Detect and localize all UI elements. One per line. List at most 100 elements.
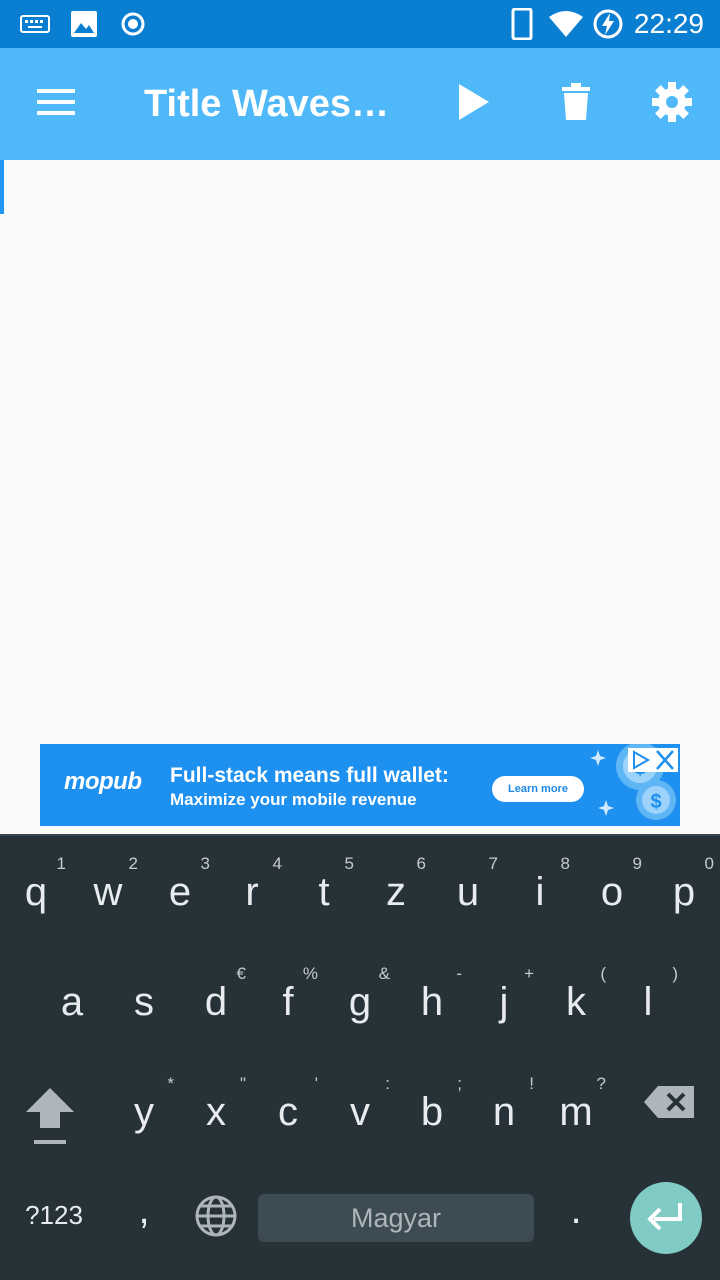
key-hint: " (239, 1074, 246, 1093)
ad-learn-more-button[interactable]: Learn more (492, 776, 584, 802)
globe-icon (194, 1194, 238, 1243)
space-bar[interactable]: Magyar (258, 1194, 534, 1242)
language-key[interactable] (180, 1194, 252, 1242)
key-a[interactable]: a (36, 982, 108, 1022)
settings-button[interactable] (644, 76, 700, 132)
key-o[interactable]: 9o (576, 854, 648, 914)
enter-key[interactable] (630, 1182, 702, 1254)
key-e[interactable]: 3e (144, 854, 216, 914)
ad-headline: Full-stack means full wallet: (170, 764, 449, 787)
key-hint: 8 (560, 854, 570, 873)
key-r[interactable]: 4r (216, 854, 288, 912)
soft-keyboard: 1q2w3e4r5t6z7u8i9o0p a s € d% f & g - h + j(k) l * y… (0, 834, 720, 1280)
key-u[interactable]: 7u (432, 854, 504, 914)
period-key[interactable]: . (540, 1190, 612, 1230)
page-title: Title Waves… (144, 83, 389, 125)
key-label: s (134, 980, 154, 1024)
key-y[interactable]: * y (108, 1074, 180, 1132)
image-icon (70, 0, 98, 48)
menu-button[interactable] (28, 76, 84, 132)
play-button[interactable] (446, 76, 502, 132)
backspace-key[interactable] (632, 1082, 708, 1134)
symbols-key[interactable]: ?123 (8, 1200, 100, 1231)
key-i[interactable]: 8i (504, 854, 576, 912)
key-hint: + (524, 964, 534, 983)
key-hint: & (378, 964, 390, 983)
key-hint: ' (314, 1074, 318, 1093)
text-editor[interactable] (0, 160, 720, 740)
period-key-label: . (570, 1188, 582, 1232)
wifi-icon (548, 0, 584, 48)
screen: 22:29 Title Waves… mopub Full-stack mean… (0, 0, 720, 1280)
battery-charging-icon (592, 0, 624, 48)
key-hint: 1 (56, 854, 66, 873)
key-hint: * (167, 1074, 174, 1093)
key-label: l (643, 980, 653, 1024)
settings-icon (651, 81, 693, 128)
key-x[interactable]: " x (180, 1074, 252, 1134)
key-j[interactable]: + j (468, 964, 540, 1024)
key-label: k (566, 980, 586, 1024)
key-hint: € (236, 964, 246, 983)
key-hint: ? (596, 1074, 606, 1093)
key-hint: 0 (704, 854, 714, 873)
text-cursor (0, 160, 4, 214)
key-g[interactable]: & g (324, 964, 396, 1024)
svg-text:$: $ (650, 791, 661, 813)
key-label: j (499, 980, 509, 1024)
key-hint: 5 (344, 854, 354, 873)
key-hint: - (456, 964, 462, 983)
key-q[interactable]: 1q (0, 854, 72, 912)
key-label: n (492, 1090, 516, 1134)
key-m[interactable]: ? m (540, 1074, 612, 1134)
record-icon (120, 0, 146, 48)
key-hint: 6 (416, 854, 426, 873)
ad-close-icon[interactable] (652, 748, 678, 772)
key-label: g (348, 980, 372, 1024)
key-hint: ( (600, 964, 606, 983)
keyboard-divider (0, 834, 720, 836)
key-label: a (60, 980, 84, 1024)
key-h[interactable]: -h (396, 964, 468, 1024)
key-hint: % (302, 964, 318, 983)
key-label: c (278, 1090, 298, 1134)
key-n[interactable]: ! n (468, 1074, 540, 1134)
key-label: v (350, 1090, 370, 1134)
key-z[interactable]: 6z (360, 854, 432, 912)
key-label: o (600, 870, 624, 914)
key-hint: : (385, 1074, 390, 1093)
delete-button[interactable] (548, 76, 604, 132)
key-label: x (206, 1090, 226, 1134)
key-label: e (168, 870, 192, 914)
key-v[interactable]: :v (324, 1074, 396, 1134)
key-label: u (456, 870, 480, 914)
key-hint: ) (672, 964, 678, 983)
delete-icon (561, 82, 591, 126)
key-b[interactable]: ; b (396, 1074, 468, 1132)
key-d[interactable]: € d (180, 964, 252, 1022)
play-icon (457, 82, 491, 127)
shift-icon (22, 1088, 78, 1152)
key-label: h (420, 980, 444, 1024)
key-hint: 2 (128, 854, 138, 873)
adchoices-icon[interactable] (628, 748, 652, 772)
key-c[interactable]: ' c (252, 1074, 324, 1134)
key-t[interactable]: 5t (288, 854, 360, 912)
keyboard-icon (20, 0, 50, 48)
key-l[interactable]: ) l (612, 964, 684, 1024)
app-bar: Title Waves… (0, 48, 720, 160)
key-f[interactable]: % f (252, 964, 324, 1022)
key-label: m (559, 1090, 593, 1134)
key-hint: 4 (272, 854, 282, 873)
key-k[interactable]: (k (540, 964, 612, 1024)
key-s[interactable]: s (108, 982, 180, 1022)
menu-icon (36, 87, 76, 122)
ad-banner[interactable]: mopub Full-stack means full wallet: Maxi… (40, 744, 680, 826)
key-hint: 9 (632, 854, 642, 873)
key-w[interactable]: 2w (72, 854, 144, 912)
backspace-icon (642, 1086, 698, 1126)
key-hint: ! (529, 1074, 534, 1093)
key-p[interactable]: 0p (648, 854, 720, 912)
shift-key[interactable] (14, 1084, 86, 1154)
comma-key[interactable]: , (108, 1190, 180, 1230)
